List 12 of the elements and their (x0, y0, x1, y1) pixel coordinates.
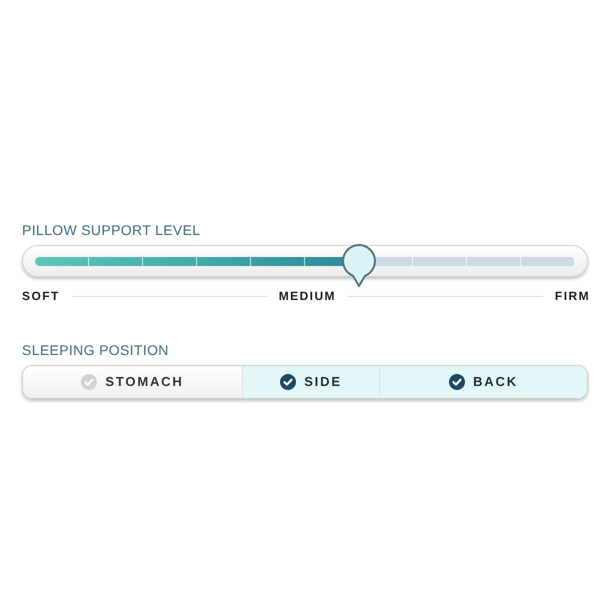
slider-thumb[interactable] (341, 243, 377, 287)
position-option[interactable]: BACK (379, 366, 587, 398)
section-title: SLEEPING POSITION (22, 341, 170, 359)
section-title: PILLOW SUPPORT LEVEL (22, 221, 202, 239)
firm-label: FIRM (554, 288, 590, 305)
check-icon (81, 374, 98, 390)
position-option[interactable]: SIDE (242, 366, 379, 398)
check-icon (280, 374, 296, 390)
medium-label: MEDIUM (278, 288, 336, 305)
position-option[interactable]: STOMACH (23, 366, 242, 398)
soft-label: SOFT (22, 288, 60, 305)
check-icon (449, 374, 466, 390)
